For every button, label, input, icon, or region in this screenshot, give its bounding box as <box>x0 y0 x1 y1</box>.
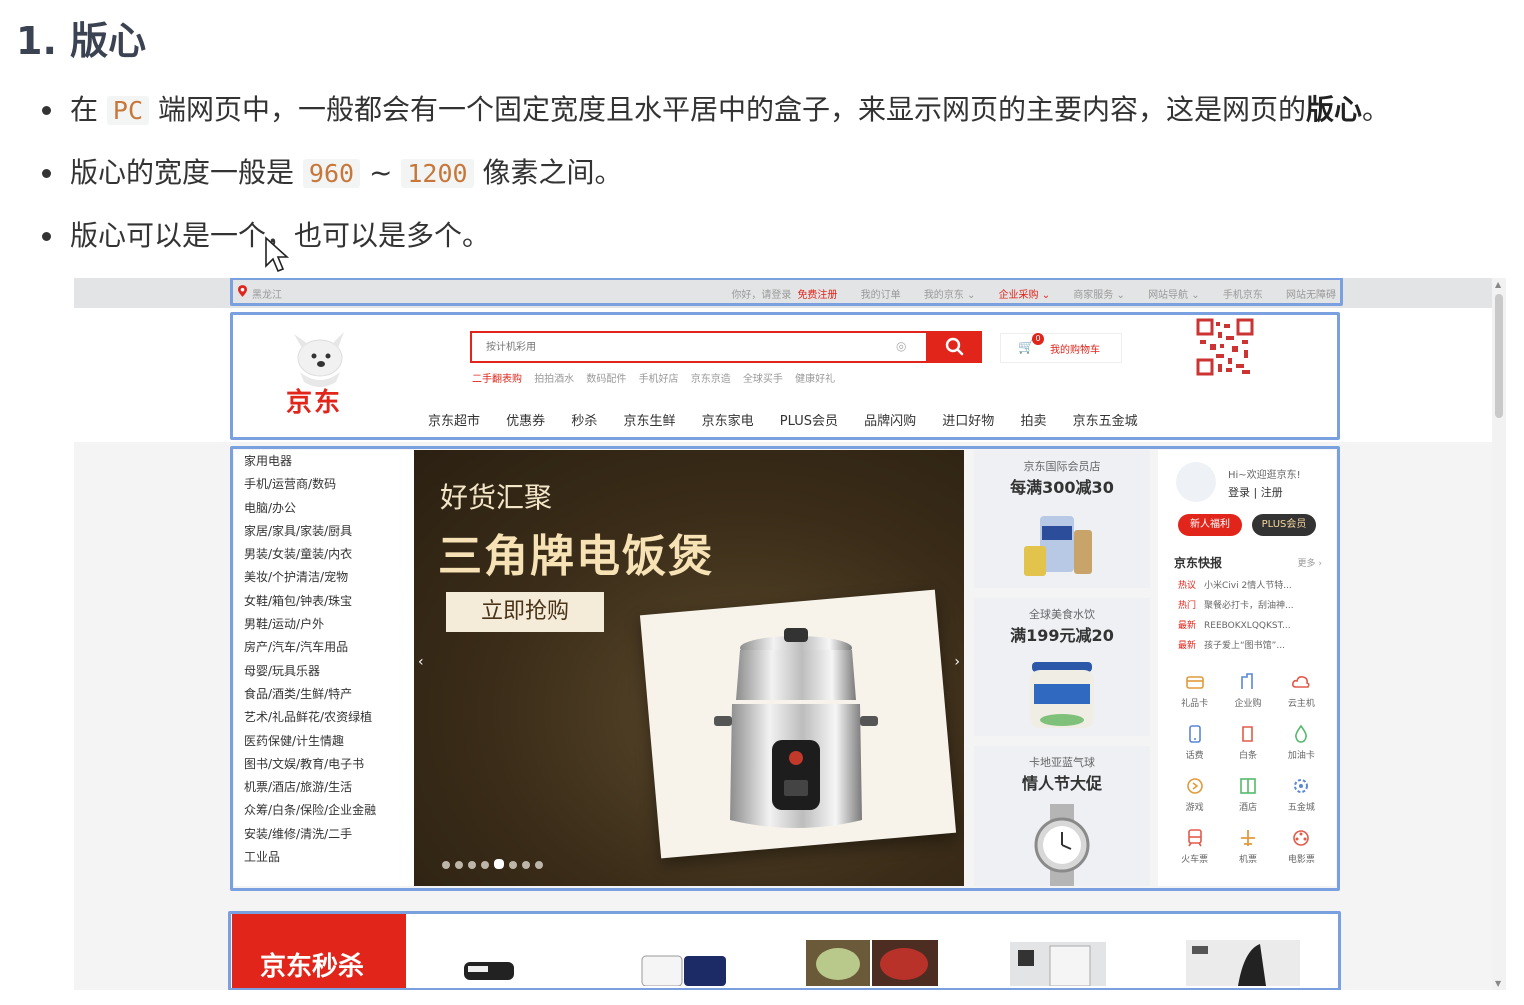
code-960: 960 <box>302 159 361 188</box>
range-sep: ~ <box>368 156 393 189</box>
bullet-list: 在 PC 端网页中，一般都会有一个固定宽度且水平居中的盒子，来显示网页的主要内容… <box>40 88 1390 277</box>
jd-homepage-screenshot: 黑龙江 你好，请登录 免费注册 我的订单 我的京东 ⌄ 企业采购 ⌄ 商家服务 ⌄… <box>74 278 1506 990</box>
banxin-outline-seckill <box>228 911 1341 990</box>
code-pc: PC <box>106 96 150 125</box>
bullet-3: 版心可以是一个，也可以是多个。 <box>40 214 1390 277</box>
bullet-1-text-b: 端网页中，一般都会有一个固定宽度且水平居中的盒子，来显示网页的主要内容，这是网页… <box>157 93 1306 126</box>
banxin-outline-main <box>230 446 1340 891</box>
bullet-2-text-a: 版心的宽度一般是 <box>70 156 295 189</box>
scrollbar-thumb[interactable] <box>1495 294 1503 418</box>
bold-banxin: 版心 <box>1305 93 1362 126</box>
banxin-outline-topbar <box>230 278 1343 306</box>
bullet-1-text-a: 在 <box>70 93 99 126</box>
code-1200: 1200 <box>401 159 474 188</box>
scroll-down-icon[interactable]: ▼ <box>1495 979 1501 988</box>
mouse-cursor-icon <box>265 236 290 273</box>
bullet-2-text-b: 像素之间。 <box>482 156 623 189</box>
bullet-2: 版心的宽度一般是 960 ~ 1200 像素之间。 <box>40 151 1390 214</box>
scrollbar[interactable]: ▲ ▼ <box>1492 278 1506 990</box>
bullet-1-text-c: 。 <box>1361 93 1390 126</box>
scroll-up-icon[interactable]: ▲ <box>1495 280 1501 289</box>
bullet-1: 在 PC 端网页中，一般都会有一个固定宽度且水平居中的盒子，来显示网页的主要内容… <box>40 88 1390 151</box>
banxin-outline-header <box>230 312 1340 440</box>
doc-title: 1. 版心 <box>16 19 147 63</box>
